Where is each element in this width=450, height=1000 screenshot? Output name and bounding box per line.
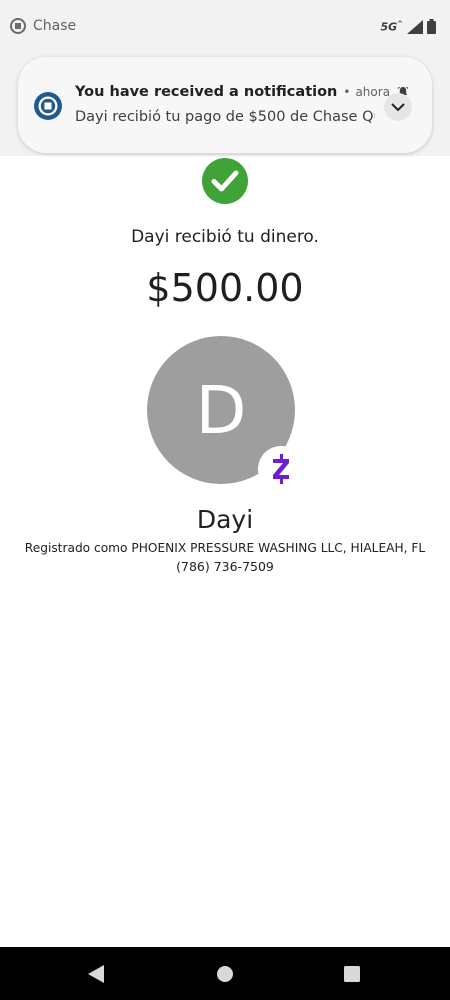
zelle-icon [273, 454, 289, 484]
screen: Chase 5G^ You have received a notificati… [0, 0, 450, 1000]
nav-recents-button[interactable] [342, 964, 362, 984]
notification-title: You have received a notification [75, 84, 338, 100]
notification-time: ahora [355, 85, 391, 99]
notification-header: You have received a notification • ahora [75, 84, 409, 100]
chevron-down-icon [391, 102, 405, 111]
network-label: 5G^ [380, 19, 403, 34]
nav-back-button[interactable] [86, 964, 106, 984]
recipient-name: Dayi [196, 505, 254, 534]
avatar-initial: D [195, 371, 247, 449]
registered-business: Registrado como PHOENIX PRESSURE WASHING… [24, 541, 426, 555]
navigation-bar [0, 947, 450, 1000]
signal-icon [407, 19, 423, 34]
chase-logo-icon [34, 92, 62, 120]
payment-amount: $500.00 [146, 266, 304, 310]
chase-logo-icon [10, 18, 26, 34]
recents-icon [344, 966, 360, 982]
check-circle-icon [202, 158, 248, 204]
status-app: Chase [10, 18, 76, 34]
payment-message: Dayi recibió tu dinero. [131, 227, 319, 247]
zelle-badge [258, 446, 304, 492]
status-indicators: 5G^ [380, 19, 436, 34]
status-bar: Chase 5G^ [0, 0, 450, 56]
battery-icon [427, 19, 436, 34]
notification-card[interactable]: You have received a notification • ahora… [18, 57, 432, 153]
back-icon [88, 965, 104, 983]
notification-expand-button[interactable] [384, 93, 412, 121]
status-app-name: Chase [33, 18, 77, 34]
home-icon [217, 966, 233, 982]
recipient-phone: (786) 736-7509 [176, 559, 274, 574]
nav-home-button[interactable] [215, 964, 235, 984]
notification-body: Dayi recibió tu pago de $500 de Chase Qu… [75, 109, 375, 125]
notification-separator: • [343, 85, 351, 99]
